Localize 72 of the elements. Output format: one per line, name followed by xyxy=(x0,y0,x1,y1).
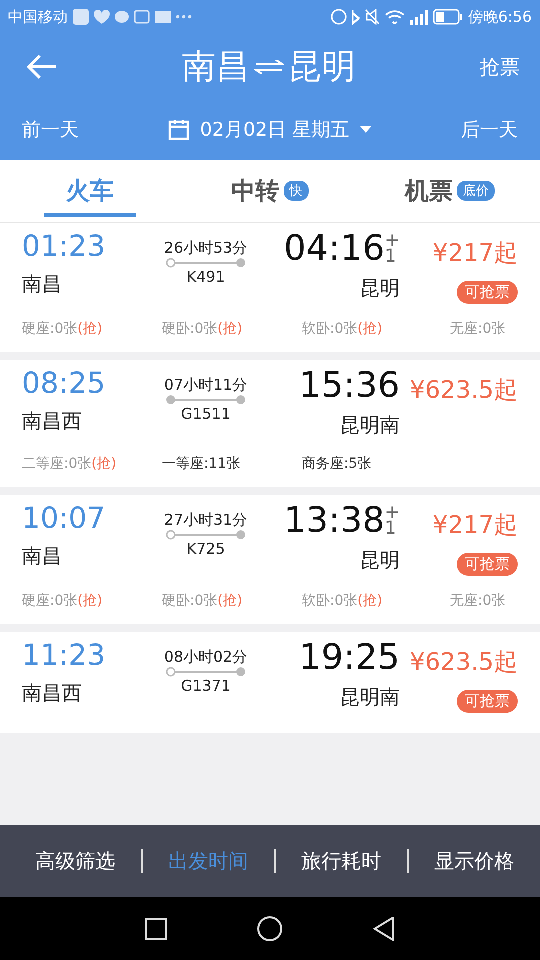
seat-availability: 商务座:5张 xyxy=(302,455,373,473)
clock-time: 傍晚6:56 xyxy=(468,8,532,26)
mute-icon xyxy=(365,9,380,25)
train-card[interactable]: 08:25 南昌西 07小时11分 G1511 15:36 昆明南 ¥623.5起 二等座:0张(抢) 一等座:11张 商务座:5张 xyxy=(0,360,540,487)
sort-option[interactable]: 高级筛选 xyxy=(10,848,141,874)
tab-badge: 底价 xyxy=(457,181,495,201)
app-square-icon xyxy=(73,9,89,25)
train-number: G1371 xyxy=(181,677,231,695)
mode-tab[interactable]: 机票 底价 xyxy=(360,160,540,222)
message-icon xyxy=(134,10,150,24)
back-arrow-icon[interactable] xyxy=(26,54,58,80)
seat-availability: 无座:0张 xyxy=(450,320,507,338)
destination-city: 昆明 xyxy=(288,46,356,89)
seat-availability: 软卧:0张(抢) xyxy=(302,592,384,610)
train-number: K491 xyxy=(186,268,226,286)
dropdown-caret-icon[interactable] xyxy=(360,126,372,134)
arrival-station: 昆明南 xyxy=(340,684,400,711)
arrival-time: 15:36 xyxy=(299,366,400,406)
ticket-price: ¥217起 xyxy=(432,238,518,269)
home-icon[interactable] xyxy=(257,916,283,942)
calendar-icon xyxy=(168,119,190,141)
train-card[interactable]: 11:23 南昌西 08小时02分 G1371 19:25 昆明南 ¥623.5起 可抢票 xyxy=(0,632,540,733)
back-icon[interactable] xyxy=(373,916,395,940)
next-day-count: 1 xyxy=(384,521,398,537)
swap-arrows-icon[interactable] xyxy=(254,60,284,74)
seat-availability: 二等座:0张(抢) xyxy=(22,455,118,473)
seat-availability: 无座:0张 xyxy=(450,592,507,610)
departure-station: 南昌西 xyxy=(22,408,83,435)
departure-time: 08:25 xyxy=(22,366,107,400)
next-day-sign: + xyxy=(384,233,400,249)
travel-duration: 08小时02分 xyxy=(164,648,248,667)
departure-station: 南昌 xyxy=(22,271,63,298)
wifi-icon xyxy=(385,10,406,24)
signal-icon xyxy=(410,10,428,24)
train-number: G1511 xyxy=(181,405,231,423)
travel-duration: 27小时31分 xyxy=(164,511,248,530)
seat-availability: 一等座:11张 xyxy=(162,455,242,473)
arrival-station: 昆明 xyxy=(360,275,400,302)
seat-availability: 硬卧:0张(抢) xyxy=(162,320,244,338)
arrival-time: 19:25 xyxy=(299,638,400,678)
ticket-price: ¥623.5起 xyxy=(410,375,518,406)
departure-station: 南昌西 xyxy=(22,680,83,707)
more-icon xyxy=(176,15,192,19)
ticket-price: ¥217起 xyxy=(432,510,518,541)
next-day-count: 1 xyxy=(384,249,398,265)
heart-icon xyxy=(94,10,110,24)
departure-time: 01:23 xyxy=(22,229,107,263)
arrival-time: 13:38 xyxy=(284,501,385,541)
departure-station: 南昌 xyxy=(22,543,63,570)
seat-availability: 硬座:0张(抢) xyxy=(22,592,104,610)
sort-option[interactable]: 显示价格 xyxy=(409,848,540,874)
arrival-station: 昆明南 xyxy=(340,412,400,439)
mode-tab[interactable]: 中转 快 xyxy=(180,160,360,222)
ticket-price: ¥623.5起 xyxy=(410,647,518,678)
next-day-sign: + xyxy=(384,505,400,521)
battery-icon xyxy=(433,9,464,25)
train-number: K725 xyxy=(186,540,226,558)
sort-option[interactable]: 旅行耗时 xyxy=(276,848,407,874)
arrival-station: 昆明 xyxy=(360,547,400,574)
seat-availability: 硬座:0张(抢) xyxy=(22,320,104,338)
origin-city: 南昌 xyxy=(182,46,250,89)
travel-duration: 26小时53分 xyxy=(164,239,248,258)
departure-time: 11:23 xyxy=(22,638,107,672)
arrival-time: 04:16 xyxy=(284,229,385,269)
departure-time: 10:07 xyxy=(22,501,107,535)
carrier-name: 中国移动 xyxy=(8,8,68,26)
seat-availability: 软卧:0张(抢) xyxy=(302,320,384,338)
travel-duration: 07小时11分 xyxy=(164,376,248,395)
recent-apps-icon[interactable] xyxy=(145,918,167,940)
seat-availability: 硬卧:0张(抢) xyxy=(162,592,244,610)
circle-icon xyxy=(331,9,348,25)
tab-badge: 快 xyxy=(284,181,308,201)
